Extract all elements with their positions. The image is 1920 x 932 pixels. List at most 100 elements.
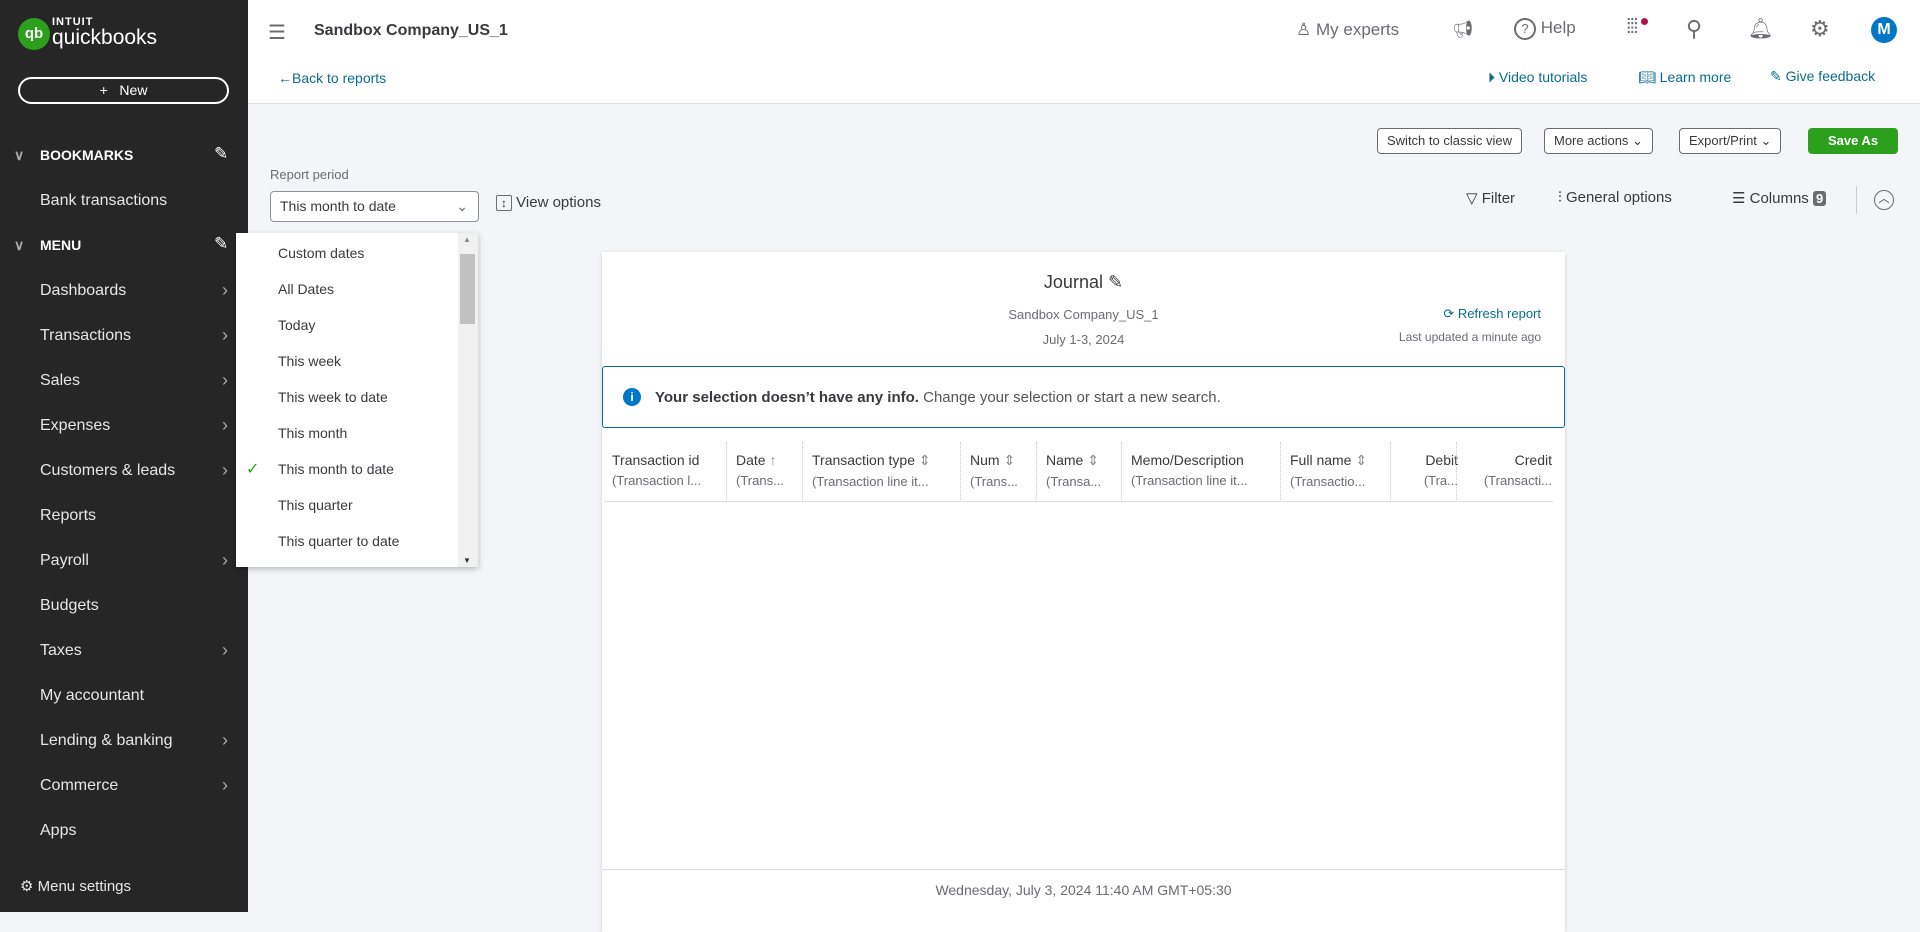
video-tutorials-link[interactable]: ⏵ Video tutorials (1488, 69, 1587, 86)
sort-icon[interactable]: ↑ (769, 452, 776, 468)
column-divider[interactable] (1280, 442, 1281, 500)
column-divider[interactable] (1456, 442, 1457, 500)
dropdown-option[interactable]: Today (278, 317, 315, 333)
chevron-right-icon: › (222, 415, 228, 435)
logo-quickbooks: quickbooks (52, 26, 158, 49)
column-divider[interactable] (726, 442, 727, 500)
help-button[interactable]: ? Help (1514, 18, 1576, 40)
sort-icon[interactable]: ⇕ (919, 452, 931, 468)
dropdown-option[interactable]: This quarter (278, 497, 353, 513)
search-icon[interactable]: ⚲ (1686, 16, 1702, 42)
bell-icon[interactable]: 🔔︎ (1748, 16, 1773, 41)
avatar[interactable]: M (1871, 17, 1897, 43)
general-label: General options (1565, 189, 1672, 206)
chevron-down-icon: ∨ (14, 237, 25, 253)
report-period-select[interactable]: This month to date ⌄ (270, 191, 479, 222)
dropdown-option[interactable]: This month (278, 425, 347, 441)
apps-grid-icon[interactable]: ⁞⁞⁞ (1626, 16, 1648, 39)
columns-button[interactable]: ☰ Columns 9 (1732, 189, 1827, 207)
column-divider[interactable] (960, 442, 961, 500)
edit-pencil-icon[interactable]: ✎ (1108, 272, 1123, 292)
column-header[interactable]: Transaction type ⇕ (Transaction line it..… (812, 452, 964, 489)
column-sublabel: (Transacti... (1483, 473, 1552, 488)
gear-icon[interactable]: ⚙ (1810, 16, 1830, 42)
back-to-reports-link[interactable]: ←Back to reports (278, 70, 386, 86)
megaphone-icon[interactable]: 📢︎ (1452, 20, 1474, 40)
no-data-info-banner: i Your selection doesn’t have any info. … (602, 366, 1565, 428)
sidebar-item-sales[interactable]: Sales (40, 372, 80, 390)
column-sublabel: (Transa... (1046, 474, 1102, 489)
dropdown-scrollbar[interactable]: ▲ ▼ (458, 233, 478, 567)
column-header[interactable]: Full name ⇕ (Transactio... (1290, 452, 1394, 489)
column-header[interactable]: Date ↑ (Trans... (736, 452, 808, 488)
dropdown-option[interactable]: This quarter to date (278, 533, 399, 549)
sidebar-item-my-accountant[interactable]: My accountant (40, 687, 144, 705)
dropdown-option[interactable]: This month to date (278, 461, 394, 477)
menu-toggle[interactable]: ∨ MENU (14, 237, 81, 254)
column-sublabel: (Transaction l... (612, 473, 702, 488)
sidebar-item-transactions[interactable]: Transactions (40, 327, 131, 345)
view-options-button[interactable]: ↕ View options (496, 194, 601, 211)
sort-icon[interactable]: ⇕ (1003, 452, 1015, 468)
collapse-chevron-up-icon[interactable]: ︿ (1874, 190, 1894, 210)
refresh-report-link[interactable]: ⟳ Refresh report (1443, 306, 1541, 322)
dropdown-option[interactable]: Custom dates (278, 245, 364, 261)
edit-menu-pencil-icon[interactable]: ✎ (214, 234, 228, 254)
column-header[interactable]: Transaction id (Transaction l... (612, 452, 730, 488)
chevron-right-icon: › (222, 775, 228, 795)
dropdown-option[interactable]: This week (278, 353, 341, 369)
menu-settings[interactable]: ⚙ Menu settings (20, 877, 131, 895)
chevron-right-icon: › (222, 460, 228, 480)
scroll-down-arrow-icon[interactable]: ▼ (463, 556, 471, 565)
scrollbar-thumb[interactable] (460, 254, 475, 324)
switch-classic-view-button[interactable]: Switch to classic view (1377, 128, 1522, 154)
bookmarks-toggle[interactable]: ∨ BOOKMARKS (14, 147, 133, 164)
sidebar-item-customers-leads[interactable]: Customers & leads (40, 462, 175, 480)
scroll-up-arrow-icon[interactable]: ▲ (463, 235, 471, 244)
column-header[interactable]: Num ⇕ (Trans... (970, 452, 1040, 489)
column-divider[interactable] (1390, 442, 1391, 500)
sidebar-item-payroll[interactable]: Payroll (40, 552, 89, 570)
column-header[interactable]: Credit (Transacti... (1466, 452, 1552, 488)
info-icon: i (623, 388, 641, 406)
edit-bookmarks-pencil-icon[interactable]: ✎ (214, 144, 228, 164)
sidebar-item-lending-banking[interactable]: Lending & banking (40, 732, 173, 750)
column-sublabel: (Transaction line it... (812, 474, 929, 489)
filter-button[interactable]: ▽ Filter (1466, 189, 1515, 207)
sidebar-item-dashboards[interactable]: Dashboards (40, 282, 126, 300)
column-divider[interactable] (1036, 442, 1037, 500)
sidebar-item-expenses[interactable]: Expenses (40, 417, 110, 435)
sidebar-item-reports[interactable]: Reports (40, 507, 96, 525)
column-divider[interactable] (1121, 442, 1122, 500)
sidebar-item-budgets[interactable]: Budgets (40, 597, 99, 615)
collapse-menu-icon[interactable]: ☰ (268, 20, 286, 45)
sidebar-item-apps[interactable]: Apps (40, 822, 76, 840)
new-button[interactable]: + New (18, 77, 229, 104)
more-actions-button[interactable]: More actions ⌄ (1544, 128, 1653, 154)
my-experts-button[interactable]: ♙ My experts (1296, 20, 1399, 40)
more-label: More actions (1554, 133, 1629, 148)
column-header[interactable]: Name ⇕ (Transa... (1046, 452, 1126, 489)
chevron-right-icon: › (222, 370, 228, 390)
general-options-button[interactable]: ⫶ General options (1558, 189, 1672, 206)
column-divider[interactable] (802, 442, 803, 500)
give-feedback-link[interactable]: ✎ Give feedback (1770, 68, 1875, 85)
save-as-button[interactable]: Save As (1808, 128, 1898, 154)
report-period-label: Report period (270, 167, 349, 182)
sidebar-item-bank-transactions[interactable]: Bank transactions (40, 192, 167, 210)
help-icon: ? (1514, 18, 1536, 40)
sort-icon[interactable]: ⇕ (1355, 452, 1367, 468)
sidebar-item-commerce[interactable]: Commerce (40, 777, 118, 795)
video-label: Video tutorials (1498, 69, 1588, 85)
export-print-button[interactable]: Export/Print ⌄ (1679, 128, 1782, 154)
expert-person-icon: ♙ (1296, 20, 1312, 39)
column-header[interactable]: Memo/Description (Transaction line it... (1131, 452, 1283, 488)
export-label: Export/Print (1689, 133, 1757, 148)
book-icon: 📖︎ (1638, 69, 1656, 85)
sidebar-item-taxes[interactable]: Taxes (40, 642, 82, 660)
dropdown-option[interactable]: All Dates (278, 281, 334, 297)
sort-icon[interactable]: ⇕ (1087, 452, 1099, 468)
dropdown-option[interactable]: This week to date (278, 389, 388, 405)
learn-more-link[interactable]: 📖︎ Learn more (1638, 69, 1731, 86)
column-header[interactable]: Debit (Tra... (1400, 452, 1458, 488)
